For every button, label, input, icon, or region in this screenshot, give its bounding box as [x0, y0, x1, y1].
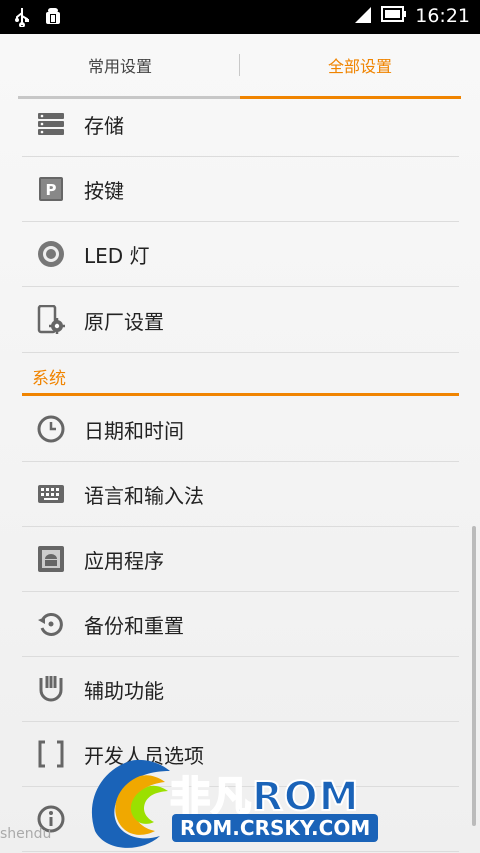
settings-item-label: LED 灯: [84, 243, 150, 268]
key-icon: P: [36, 174, 66, 204]
factory-settings-icon: [36, 305, 66, 335]
watermark-logo: 非凡ROM ROM.CRSKY.COM: [80, 756, 410, 853]
settings-item-label: 语言和输入法: [84, 483, 204, 508]
settings-item-date-time[interactable]: 日期和时间: [22, 397, 459, 462]
led-icon: [36, 239, 66, 269]
settings-item-label: 日期和时间: [84, 418, 184, 443]
signal-icon: [353, 5, 373, 27]
storage-icon: [36, 109, 66, 139]
tab-common-settings[interactable]: 常用设置: [0, 34, 240, 96]
battery-icon: [381, 6, 407, 26]
flame-logo-icon: [91, 759, 170, 848]
backup-icon: [36, 609, 66, 639]
settings-item-apps[interactable]: 应用程序: [22, 527, 459, 592]
watermark-shendu: shendu: [0, 826, 52, 842]
settings-item-label: 备份和重置: [84, 613, 184, 638]
settings-item-buttons[interactable]: P 按键: [22, 157, 459, 222]
settings-item-storage[interactable]: 存储: [22, 92, 459, 157]
settings-item-accessibility[interactable]: 辅助功能: [22, 657, 459, 722]
settings-item-label: 原厂设置: [84, 309, 164, 334]
hand-icon: [36, 674, 66, 704]
settings-item-label: 应用程序: [84, 548, 164, 573]
settings-screen: 常用设置 全部设置 存储 P 按键 LED 灯 原厂设置 系统 日期和时间 语言…: [0, 34, 480, 853]
watermark-url: ROM.CRSKY.COM: [172, 814, 379, 842]
settings-item-label: 存储: [84, 113, 124, 138]
settings-item-label: 辅助功能: [84, 678, 164, 703]
keyboard-icon: [36, 479, 66, 509]
usb-icon: [14, 7, 30, 31]
settings-item-factory[interactable]: 原厂设置: [22, 288, 459, 353]
status-bar: 16:21: [0, 0, 480, 34]
settings-item-label: 按键: [84, 178, 124, 203]
settings-item-led[interactable]: LED 灯: [22, 222, 459, 287]
settings-item-backup-reset[interactable]: 备份和重置: [22, 592, 459, 657]
svg-text:P: P: [46, 181, 57, 199]
section-label: 系统: [32, 369, 66, 389]
clock-time: 16:21: [415, 5, 470, 27]
tab-bar: 常用设置 全部设置: [0, 34, 480, 100]
brackets-icon: [36, 739, 66, 769]
android-debug-icon: [42, 6, 64, 32]
tab-all-settings[interactable]: 全部设置: [240, 34, 480, 96]
settings-item-language-input[interactable]: 语言和输入法: [22, 462, 459, 527]
clock-icon: [36, 414, 66, 444]
section-header-system: 系统: [22, 359, 459, 396]
scrollbar[interactable]: [472, 526, 476, 826]
android-app-icon: [36, 544, 66, 574]
